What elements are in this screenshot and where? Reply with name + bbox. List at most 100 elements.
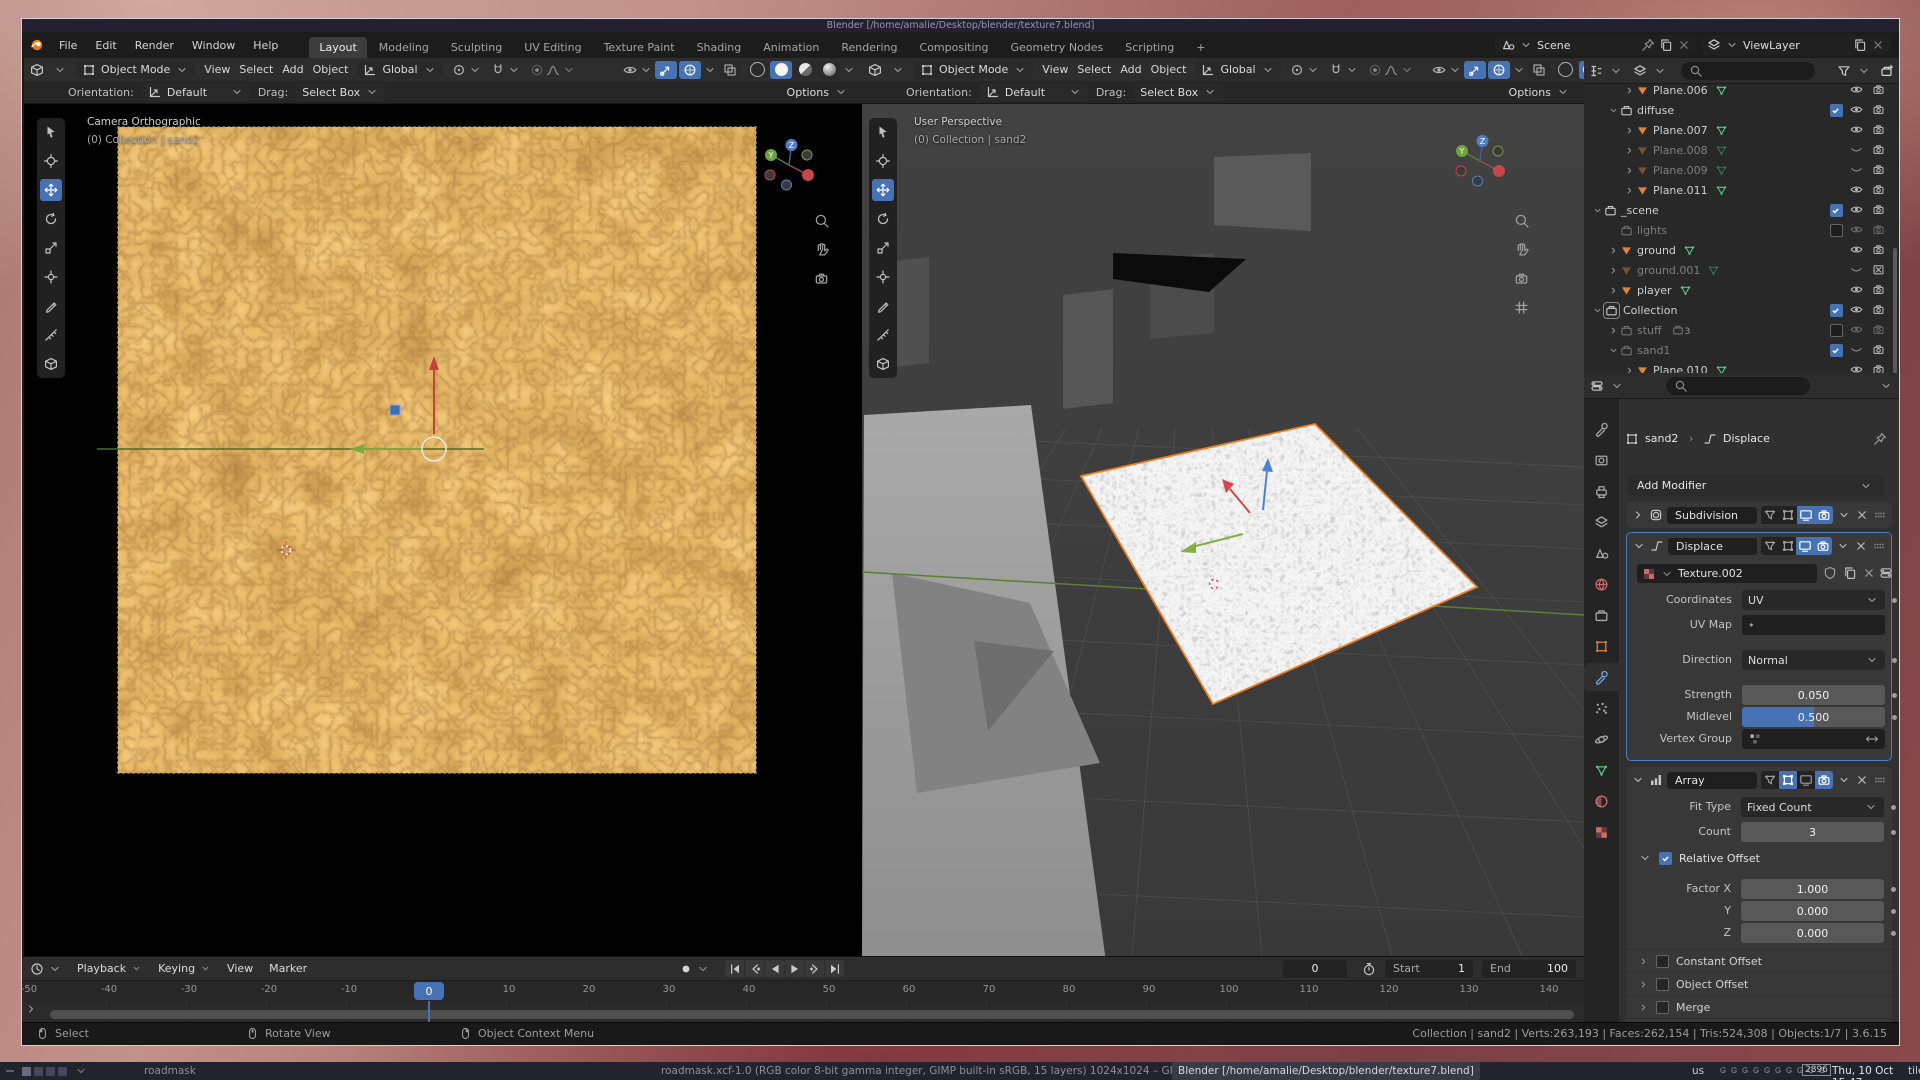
close-icon[interactable] <box>1871 38 1885 52</box>
render-visibility-icon[interactable] <box>1872 223 1885 236</box>
eye-open-icon[interactable] <box>1850 103 1863 116</box>
tool-measure[interactable] <box>40 324 62 346</box>
eye-open-icon[interactable] <box>1850 303 1863 316</box>
animate-dot[interactable] <box>1891 830 1896 835</box>
taskbar-window-blender[interactable]: Blender [/home/amalie/Desktop/blender/te… <box>1172 1062 1480 1080</box>
minimize-all-icon[interactable] <box>6 1070 14 1072</box>
editmode-toggle[interactable] <box>1779 506 1797 524</box>
orientation-dropdown[interactable]: Default <box>142 83 250 101</box>
nav-gizmo[interactable]: YZ <box>765 139 814 190</box>
hand-icon[interactable] <box>1514 242 1529 260</box>
close-icon[interactable] <box>1677 38 1691 52</box>
frame-end-field[interactable]: End100 <box>1482 960 1576 978</box>
transform-orientation-dropdown[interactable]: Global <box>1195 61 1280 79</box>
pager-desktop-1[interactable] <box>22 1067 31 1076</box>
show-overlays-toggle[interactable] <box>679 61 701 79</box>
animate-dot[interactable] <box>1891 887 1896 892</box>
render-toggle[interactable] <box>1815 771 1833 789</box>
eye-closed-icon[interactable] <box>1850 163 1863 176</box>
editor-type-icon[interactable] <box>30 63 44 77</box>
timeline-menu-view[interactable]: View <box>221 960 259 978</box>
eye-open-icon[interactable] <box>1850 323 1863 336</box>
outliner-row-lights[interactable]: lights <box>1584 220 1899 240</box>
factor-x-field[interactable]: 1.000 <box>1741 879 1884 899</box>
show-texture-properties-icon[interactable] <box>1879 566 1893 580</box>
keyboard-layout-indicator[interactable]: us <box>1692 1065 1704 1077</box>
shading-solid-button[interactable] <box>770 61 792 79</box>
mode-dropdown[interactable]: Object Mode <box>914 61 1033 79</box>
collapse-icon[interactable] <box>1592 205 1604 216</box>
tray-icon[interactable] <box>1773 1065 1783 1075</box>
viewport-menu-object[interactable]: Object <box>1151 63 1187 76</box>
tray-icon[interactable] <box>1762 1065 1772 1075</box>
outliner-row--scene[interactable]: _scene <box>1584 200 1899 220</box>
render-visibility-icon[interactable] <box>1872 303 1885 316</box>
menu-window[interactable]: Window <box>183 39 244 52</box>
fake-user-icon[interactable] <box>1823 566 1837 580</box>
pager-desktop-4[interactable] <box>58 1067 67 1076</box>
tool-tweak-select[interactable] <box>40 121 62 143</box>
new-viewlayer-icon[interactable] <box>1853 38 1867 52</box>
window-titlebar[interactable]: Blender [/home/amalie/Desktop/blender/te… <box>22 19 1899 32</box>
menu-help[interactable]: Help <box>244 39 287 52</box>
texture-selector[interactable]: Texture.002 <box>1637 564 1817 583</box>
fit-type-dropdown[interactable]: Fixed Count <box>1741 797 1884 817</box>
properties-tab-tool[interactable] <box>1584 415 1619 443</box>
taskbar-window-gimp[interactable]: roadmask.xcf-1.0 (RGB color 8-bit gamma … <box>655 1062 1194 1080</box>
outliner-row-plane-010[interactable]: Plane.010 <box>1584 360 1899 373</box>
workspace-tab-sculpting[interactable]: Sculpting <box>441 37 512 58</box>
scene-selector[interactable]: Scene <box>1495 35 1697 55</box>
properties-tab-scene[interactable] <box>1584 539 1619 567</box>
outliner-row-plane-008[interactable]: Plane.008 <box>1584 140 1899 160</box>
render-visibility-icon[interactable] <box>1872 283 1885 296</box>
tool-add-cube[interactable] <box>872 353 894 375</box>
extras-icon[interactable] <box>1836 539 1850 553</box>
show-overlays-toggle[interactable] <box>1488 61 1510 79</box>
xray-toggle[interactable] <box>1528 61 1550 79</box>
expand-icon[interactable] <box>1608 245 1620 256</box>
use-preview-range-icon[interactable] <box>1362 962 1376 976</box>
jump-to-start-button[interactable] <box>725 960 744 977</box>
render-visibility-icon[interactable] <box>1872 103 1885 116</box>
expand-icon[interactable] <box>1624 185 1636 196</box>
workspace-tab-uv-editing[interactable]: UV Editing <box>514 37 591 58</box>
tool-rotate[interactable] <box>872 208 894 230</box>
tool-scale[interactable] <box>40 237 62 259</box>
collapse-icon[interactable] <box>1632 539 1646 553</box>
viewport-perspective[interactable]: YZ User Perspective (0) Collection | san… <box>862 58 1584 956</box>
visibility-icon[interactable] <box>1432 63 1446 77</box>
outliner-row-ground[interactable]: ground <box>1584 240 1899 260</box>
chevron-down-icon[interactable] <box>1879 379 1893 393</box>
options-dropdown[interactable]: Options <box>781 83 854 101</box>
viewport-menu-add[interactable]: Add <box>282 63 303 76</box>
expand-icon[interactable] <box>1624 145 1636 156</box>
timeline-tracks[interactable] <box>22 1001 1584 1023</box>
animate-dot[interactable] <box>1891 909 1896 914</box>
relative-offset-header[interactable]: Relative Offset <box>1638 851 1760 865</box>
delete-modifier-icon[interactable] <box>1855 773 1869 787</box>
exclude-checkbox[interactable] <box>1830 224 1843 237</box>
drag-handle-icon[interactable] <box>1873 508 1887 522</box>
proportional-editing-icon[interactable] <box>530 63 544 77</box>
render-visibility-icon[interactable] <box>1872 243 1885 256</box>
collapse-icon[interactable] <box>1608 105 1620 116</box>
pin-icon[interactable] <box>1641 38 1655 52</box>
properties-tab-object[interactable] <box>1584 632 1619 660</box>
vertex-group-toggle[interactable] <box>1761 537 1779 555</box>
show-gizmo-toggle[interactable] <box>655 61 677 79</box>
breadcrumb-modifier[interactable]: Displace <box>1723 432 1770 445</box>
eye-open-icon[interactable] <box>1850 223 1863 236</box>
chevron-down-icon[interactable] <box>468 63 482 77</box>
viewport-menu-view[interactable]: View <box>204 63 230 76</box>
subpanel-object-offset[interactable]: Object Offset <box>1626 972 1892 995</box>
prev-keyframe-button[interactable] <box>745 960 764 977</box>
subpanel-checkbox[interactable] <box>1656 955 1669 968</box>
workspace-tab-rendering[interactable]: Rendering <box>831 37 907 58</box>
eye-closed-icon[interactable] <box>1850 263 1863 276</box>
delete-modifier-icon[interactable] <box>1855 508 1869 522</box>
direction-dropdown[interactable]: Normal <box>1742 650 1885 670</box>
properties-tab-collection[interactable] <box>1584 601 1619 629</box>
tool-annotate[interactable] <box>40 295 62 317</box>
tray-icon[interactable] <box>1740 1065 1750 1075</box>
expand-icon[interactable] <box>1638 979 1649 990</box>
